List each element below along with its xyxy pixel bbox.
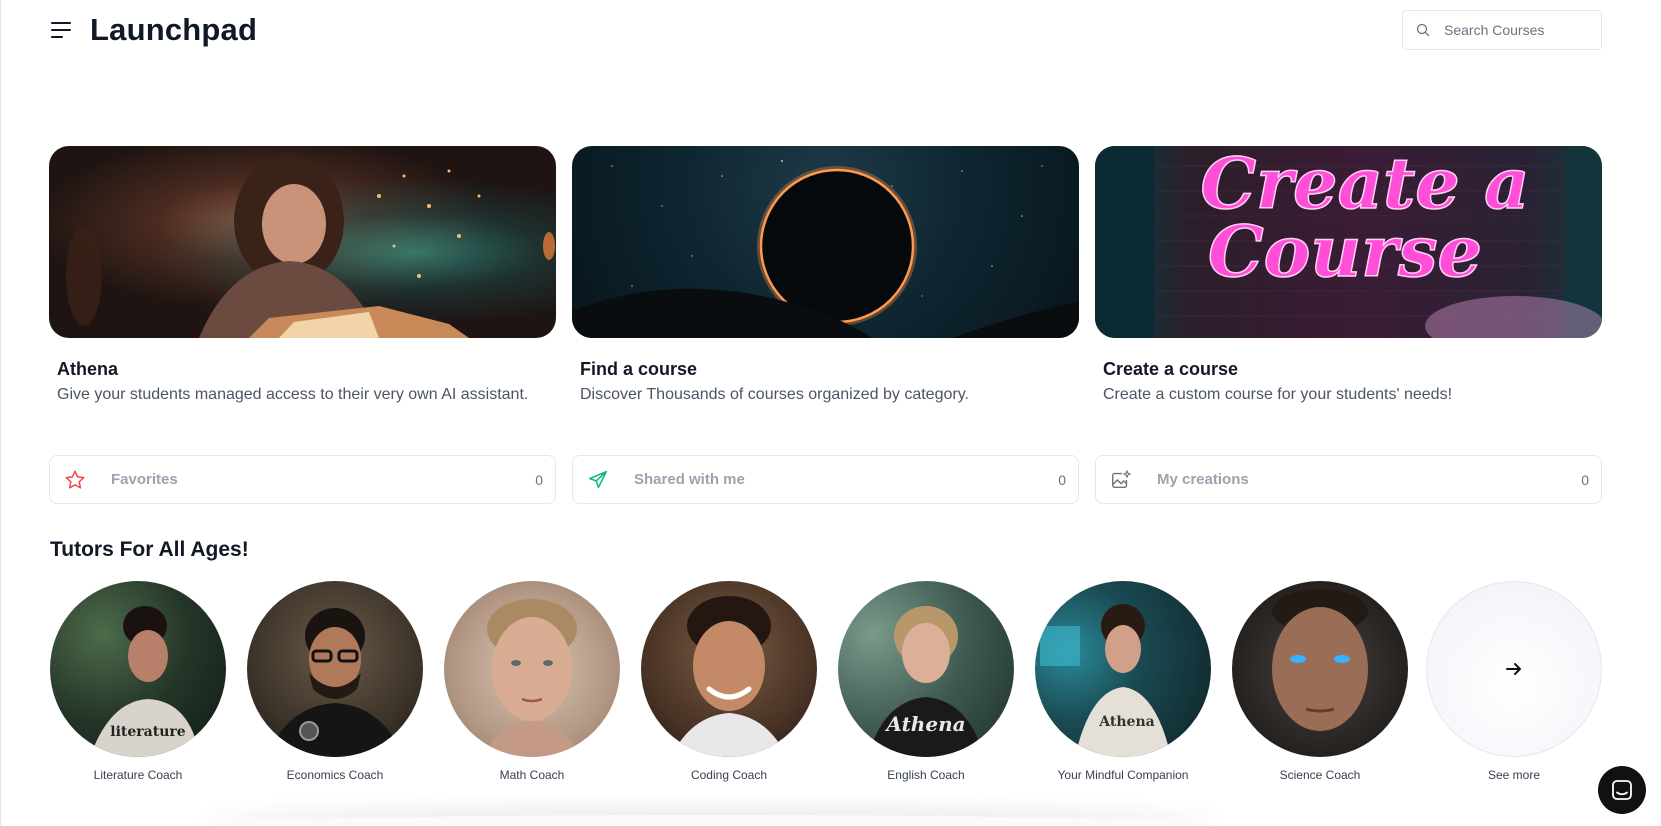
tutor-english-coach[interactable]: Athena English Coach [838, 581, 1014, 782]
sparkle-image-icon [1110, 469, 1132, 491]
favorites-tile[interactable]: Favorites 0 [49, 455, 556, 504]
tutor-math-coach[interactable]: Math Coach [444, 581, 620, 782]
tile-count: 0 [1581, 471, 1589, 488]
search-input[interactable] [1444, 22, 1594, 38]
send-icon [587, 469, 609, 491]
feature-card-create-course[interactable]: Create a Course Create a course Create a… [1095, 146, 1602, 404]
tile-label: My creations [1157, 471, 1249, 488]
tutor-name: Economics Coach [286, 768, 384, 782]
neon-sign-illustration: Create a Course [1095, 146, 1602, 338]
avatar[interactable] [247, 581, 423, 757]
page-title: Launchpad [90, 12, 258, 47]
svg-text:Athena: Athena [884, 712, 965, 736]
arrow-right-icon [1506, 663, 1521, 675]
athena-banner-image[interactable] [49, 146, 556, 338]
feature-description: Give your students managed access to the… [57, 386, 529, 403]
avatar[interactable]: Athena [1035, 581, 1211, 757]
section-title: Tutors For All Ages! [50, 538, 249, 561]
feature-title: Find a course [580, 359, 698, 379]
avatar[interactable]: literature [50, 581, 226, 757]
tutor-name: Literature Coach [93, 768, 183, 782]
star-icon [64, 469, 86, 491]
see-more-tutors[interactable]: See more [1426, 581, 1602, 782]
tutor-economics-coach[interactable]: Economics Coach [247, 581, 423, 782]
tile-label: Favorites [111, 471, 178, 488]
my-creations-tile[interactable]: My creations 0 [1095, 455, 1602, 504]
svg-text:literature: literature [110, 724, 185, 740]
tutor-mindful-companion[interactable]: Athena Your Mindful Companion [1035, 581, 1211, 782]
neon-text-line2: Course [1208, 210, 1482, 293]
reading-woman-illustration [66, 156, 555, 338]
shared-with-me-tile[interactable]: Shared with me 0 [572, 455, 1079, 504]
tutor-coding-coach[interactable]: Coding Coach [641, 581, 817, 782]
tutor-literature-coach[interactable]: literature Literature Coach [50, 581, 226, 782]
avatar[interactable] [1232, 581, 1408, 757]
tile-count: 0 [1058, 471, 1066, 488]
tutor-name: Your Mindful Companion [1057, 768, 1189, 782]
top-bar: Launchpad [1, 0, 1661, 60]
avatar[interactable] [444, 581, 620, 757]
tutor-name: Math Coach [499, 768, 565, 782]
tutor-name: Coding Coach [690, 768, 768, 782]
eclipse-illustration [572, 160, 1079, 338]
bottom-panel-edge [201, 815, 1221, 826]
feature-title: Athena [57, 359, 119, 379]
see-more-button[interactable] [1426, 581, 1602, 757]
avatar[interactable]: Athena [838, 581, 1014, 757]
tile-label: Shared with me [634, 471, 745, 488]
chat-icon [1612, 780, 1632, 800]
menu-icon[interactable] [51, 20, 73, 40]
tutor-name: Science Coach [1279, 768, 1361, 782]
feature-card-athena[interactable]: Athena Give your students managed access… [49, 146, 556, 404]
create-course-banner-image[interactable]: Create a Course [1095, 146, 1602, 338]
tutor-science-coach[interactable]: Science Coach [1232, 581, 1408, 782]
chat-launcher-button[interactable] [1598, 766, 1646, 814]
feature-card-find-course[interactable]: Find a course Discover Thousands of cour… [572, 146, 1079, 404]
search-icon [1416, 23, 1430, 37]
feature-description: Discover Thousands of courses organized … [580, 386, 969, 403]
find-course-banner-image[interactable] [572, 146, 1079, 338]
see-more-label: See more [1487, 768, 1541, 782]
tutor-name: English Coach [887, 768, 965, 782]
feature-description: Create a custom course for your students… [1103, 386, 1453, 403]
avatar[interactable] [641, 581, 817, 757]
svg-text:Athena: Athena [1098, 714, 1154, 730]
tile-count: 0 [535, 471, 543, 488]
search-box[interactable] [1402, 10, 1602, 50]
feature-title: Create a course [1103, 359, 1239, 379]
